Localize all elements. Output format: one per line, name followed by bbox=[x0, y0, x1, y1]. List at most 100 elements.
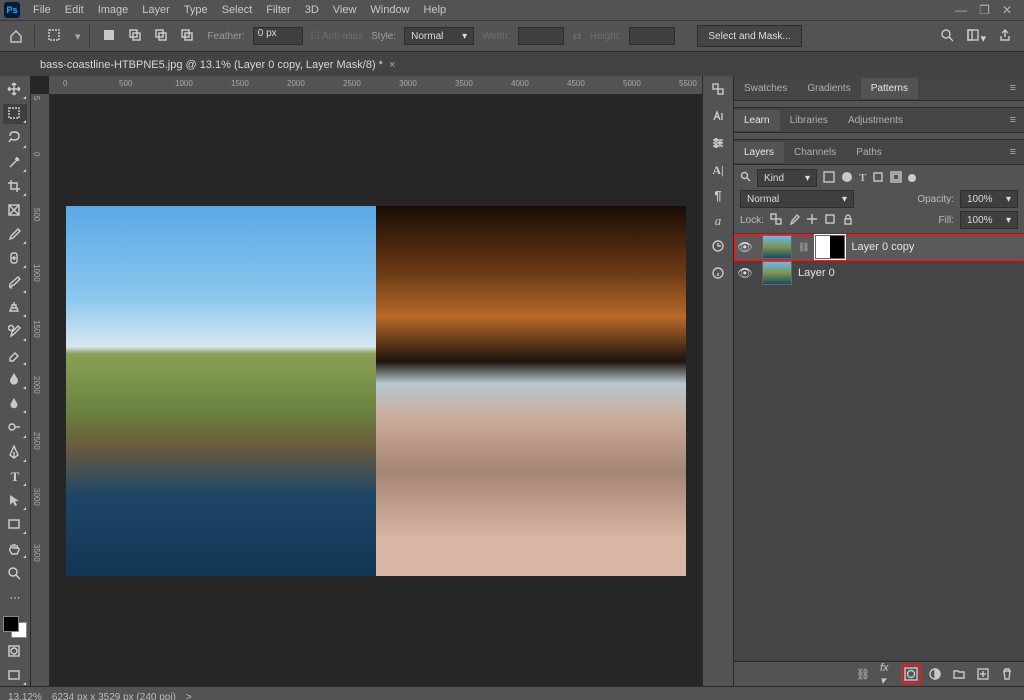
new-adjustment-layer-icon[interactable] bbox=[928, 667, 942, 681]
magic-wand-tool[interactable] bbox=[3, 153, 27, 173]
type-tool[interactable]: T bbox=[3, 467, 27, 487]
pen-tool[interactable] bbox=[3, 443, 27, 463]
artboard[interactable] bbox=[66, 206, 686, 576]
tab-paths[interactable]: Paths bbox=[846, 142, 892, 163]
blur-tool[interactable] bbox=[3, 394, 27, 414]
new-group-icon[interactable] bbox=[952, 667, 966, 681]
history-panel-icon[interactable] bbox=[711, 239, 725, 256]
layer-filter-kind[interactable]: Kind▾ bbox=[757, 169, 817, 187]
doc-info[interactable]: 6234 px x 3529 px (240 ppi) bbox=[52, 692, 176, 700]
history-brush-tool[interactable] bbox=[3, 322, 27, 342]
menu-filter[interactable]: Filter bbox=[259, 2, 297, 18]
tab-swatches[interactable]: Swatches bbox=[734, 78, 797, 99]
zoom-readout[interactable]: 13.12% bbox=[8, 692, 42, 700]
tab-adjustments[interactable]: Adjustments bbox=[838, 110, 913, 131]
healing-brush-tool[interactable] bbox=[3, 249, 27, 269]
selection-new-icon[interactable] bbox=[98, 25, 122, 47]
share-icon[interactable] bbox=[998, 28, 1012, 45]
eraser-tool[interactable] bbox=[3, 346, 27, 366]
tab-gradients[interactable]: Gradients bbox=[797, 78, 860, 99]
properties-panel-icon[interactable] bbox=[711, 136, 725, 153]
foreground-background-colors[interactable] bbox=[3, 616, 27, 638]
paragraph-panel-icon[interactable]: ¶ bbox=[714, 188, 721, 203]
new-layer-icon[interactable] bbox=[976, 667, 990, 681]
opacity-input[interactable]: 100%▾ bbox=[960, 190, 1018, 208]
menu-layer[interactable]: Layer bbox=[135, 2, 177, 18]
eyedropper-tool[interactable] bbox=[3, 225, 27, 245]
ruler-vertical[interactable]: 50500100015002000250030003500 bbox=[31, 94, 50, 686]
menu-help[interactable]: Help bbox=[417, 2, 454, 18]
lock-all-icon[interactable] bbox=[842, 213, 854, 228]
panel-menu-icon[interactable]: ≡ bbox=[1002, 82, 1024, 94]
menu-type[interactable]: Type bbox=[177, 2, 215, 18]
panel-menu-icon[interactable]: ≡ bbox=[1002, 114, 1024, 126]
menu-select[interactable]: Select bbox=[215, 2, 260, 18]
layer-style-icon[interactable]: fx ▾ bbox=[880, 667, 894, 681]
brush-tool[interactable] bbox=[3, 273, 27, 293]
gradient-tool[interactable] bbox=[3, 370, 27, 390]
marquee-tool-preset-icon[interactable] bbox=[43, 25, 67, 47]
selection-subtract-icon[interactable] bbox=[150, 25, 174, 47]
frame-tool[interactable] bbox=[3, 201, 27, 221]
layer-row[interactable]: 👁 ⛓ Layer 0 copy bbox=[734, 234, 1024, 260]
filter-shape-icon[interactable] bbox=[872, 171, 884, 186]
glyphs-panel-icon[interactable]: A| bbox=[712, 163, 723, 178]
screen-mode-icon[interactable] bbox=[3, 666, 27, 686]
select-and-mask-button[interactable]: Select and Mask... bbox=[697, 25, 801, 47]
hand-tool[interactable] bbox=[3, 539, 27, 559]
layer-mask-thumbnail[interactable] bbox=[815, 235, 845, 259]
blend-mode-select[interactable]: Normal▾ bbox=[740, 190, 854, 208]
crop-tool[interactable] bbox=[3, 177, 27, 197]
lock-transparency-icon[interactable] bbox=[770, 213, 782, 228]
doc-info-chevron-icon[interactable]: > bbox=[186, 692, 192, 700]
layer-thumbnail[interactable] bbox=[762, 261, 792, 285]
lock-pixels-icon[interactable] bbox=[788, 213, 800, 228]
delete-layer-icon[interactable] bbox=[1000, 667, 1014, 681]
window-close-icon[interactable]: ✕ bbox=[1002, 3, 1012, 17]
quick-mask-icon[interactable] bbox=[3, 642, 27, 662]
lasso-tool[interactable] bbox=[3, 128, 27, 148]
menu-view[interactable]: View bbox=[326, 2, 364, 18]
info-panel-icon[interactable] bbox=[711, 266, 725, 283]
dodge-tool[interactable] bbox=[3, 418, 27, 438]
filter-pixel-icon[interactable] bbox=[823, 171, 835, 186]
tab-learn[interactable]: Learn bbox=[734, 110, 780, 131]
layer-name[interactable]: Layer 0 copy bbox=[851, 241, 914, 253]
menu-image[interactable]: Image bbox=[91, 2, 136, 18]
workspace-switcher-icon[interactable]: ▾ bbox=[966, 28, 986, 45]
layer-row[interactable]: 👁 Layer 0 bbox=[734, 260, 1024, 286]
search-icon[interactable] bbox=[940, 28, 954, 45]
tab-channels[interactable]: Channels bbox=[784, 142, 846, 163]
type-panel-icon[interactable]: a bbox=[715, 213, 722, 229]
character-panel-icon[interactable] bbox=[711, 109, 725, 126]
style-select[interactable]: Normal▾ bbox=[404, 27, 474, 45]
move-tool[interactable] bbox=[3, 80, 27, 100]
clone-stamp-tool[interactable] bbox=[3, 298, 27, 318]
marquee-tool[interactable] bbox=[3, 104, 27, 124]
path-selection-tool[interactable] bbox=[3, 491, 27, 511]
home-icon[interactable] bbox=[6, 26, 26, 46]
menu-3d[interactable]: 3D bbox=[298, 2, 326, 18]
add-mask-icon[interactable] bbox=[904, 667, 918, 681]
ruler-horizontal[interactable]: 0500100015002000250030003500400045005000… bbox=[49, 76, 702, 95]
tab-patterns[interactable]: Patterns bbox=[861, 78, 918, 99]
zoom-tool[interactable] bbox=[3, 563, 27, 583]
layer-filter-search-icon[interactable] bbox=[740, 171, 751, 185]
selection-intersect-icon[interactable] bbox=[176, 25, 200, 47]
visibility-toggle-icon[interactable]: 👁 bbox=[734, 266, 756, 280]
panel-menu-icon[interactable]: ≡ bbox=[1002, 146, 1024, 158]
document-tab[interactable]: bass-coastline-HTBPNE5.jpg @ 13.1% (Laye… bbox=[30, 54, 405, 76]
menu-edit[interactable]: Edit bbox=[58, 2, 91, 18]
link-layers-icon[interactable]: ⛓ bbox=[856, 667, 870, 681]
menu-file[interactable]: File bbox=[26, 2, 58, 18]
filter-toggle-icon[interactable] bbox=[908, 174, 916, 182]
window-minimize-icon[interactable]: — bbox=[955, 3, 967, 17]
tab-libraries[interactable]: Libraries bbox=[780, 110, 838, 131]
selection-add-icon[interactable] bbox=[124, 25, 148, 47]
visibility-toggle-icon[interactable]: 👁 bbox=[734, 240, 756, 254]
edit-toolbar-icon[interactable]: ⋯ bbox=[3, 588, 27, 608]
tab-layers[interactable]: Layers bbox=[734, 142, 784, 163]
feather-input[interactable]: 0 px bbox=[253, 27, 303, 45]
filter-adjustment-icon[interactable] bbox=[841, 171, 853, 186]
rectangle-shape-tool[interactable] bbox=[3, 515, 27, 535]
